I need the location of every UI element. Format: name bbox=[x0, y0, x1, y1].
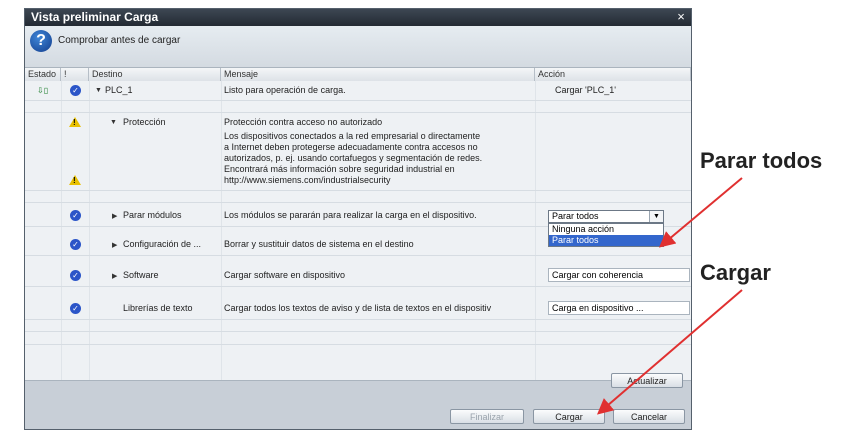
accion-software-select[interactable]: Cargar con coherencia bbox=[548, 268, 690, 282]
dialog-title: Vista preliminar Carga bbox=[25, 9, 691, 26]
column-accion[interactable]: Acción bbox=[535, 68, 691, 81]
cancel-button[interactable]: Cancelar bbox=[613, 409, 685, 424]
dialog-header: ? Comprobar antes de cargar bbox=[25, 26, 691, 70]
check-icon: ✓ bbox=[70, 270, 81, 281]
check-icon: ✓ bbox=[70, 210, 81, 221]
stop-action-select[interactable]: Parar todos ▼ bbox=[548, 210, 664, 223]
warning-icon: ! bbox=[69, 175, 81, 185]
destino-config: Configuración de ... bbox=[123, 239, 202, 249]
question-icon: ? bbox=[30, 30, 52, 52]
chevron-right-icon[interactable]: ▶ bbox=[112, 241, 117, 249]
column-estado[interactable]: Estado bbox=[25, 68, 61, 81]
mensaje-librerias: Cargar todos los textos de aviso y de li… bbox=[224, 303, 492, 313]
annotation-load: Cargar bbox=[700, 260, 771, 285]
option-parar-todos[interactable]: Parar todos bbox=[549, 235, 663, 246]
stop-action-value: Parar todos bbox=[552, 211, 599, 221]
chevron-right-icon[interactable]: ▶ bbox=[112, 272, 117, 280]
chevron-down-icon[interactable]: ▼ bbox=[110, 119, 117, 126]
load-preview-dialog: Vista preliminar Carga × ? Comprobar ant… bbox=[24, 8, 692, 430]
stop-action-dropdown[interactable]: Ninguna acción Parar todos bbox=[548, 223, 664, 247]
destino-plc1: PLC_1 bbox=[105, 85, 133, 95]
security-msg-line: http://www.siemens.com/industrialsecurit… bbox=[224, 175, 391, 185]
destino-parar: Parar módulos bbox=[123, 210, 182, 220]
column-destino[interactable]: Destino bbox=[89, 68, 221, 81]
warning-icon: ! bbox=[69, 117, 81, 127]
check-icon: ✓ bbox=[70, 303, 81, 314]
chevron-down-icon[interactable]: ▼ bbox=[95, 87, 102, 94]
security-msg-line: Los dispositivos conectados a la red emp… bbox=[224, 131, 481, 141]
load-button[interactable]: Cargar bbox=[533, 409, 605, 424]
refresh-button[interactable]: Actualizar bbox=[611, 373, 683, 388]
destino-software: Software bbox=[123, 270, 159, 280]
annotation-stop-all: Parar todos bbox=[700, 148, 823, 173]
destino-proteccion: Protección bbox=[123, 117, 166, 127]
mensaje-plc1: Listo para operación de carga. bbox=[224, 85, 346, 95]
chevron-right-icon[interactable]: ▶ bbox=[112, 212, 117, 220]
chevron-down-icon[interactable]: ▼ bbox=[649, 211, 663, 222]
mensaje-proteccion: Protección contra acceso no autorizado bbox=[224, 117, 383, 127]
check-warning-icon: ✓ bbox=[70, 85, 81, 96]
security-msg-line: Encontrará más información sobre segurid… bbox=[224, 164, 455, 174]
column-alert[interactable]: ! bbox=[61, 68, 89, 81]
security-msg-line: autorizados, p. ej. usando cortafuegos y… bbox=[224, 153, 483, 163]
device-status-icon: ⇩▯ bbox=[37, 86, 49, 95]
mensaje-software: Cargar software en dispositivo bbox=[224, 270, 346, 280]
accion-librerias-select[interactable]: Carga en dispositivo ... bbox=[548, 301, 690, 315]
accion-plc1: Cargar 'PLC_1' bbox=[555, 85, 616, 95]
check-icon: ✓ bbox=[70, 239, 81, 250]
option-ninguna[interactable]: Ninguna acción bbox=[549, 224, 663, 235]
mensaje-config: Borrar y sustituir datos de sistema en e… bbox=[224, 239, 414, 249]
column-mensaje[interactable]: Mensaje bbox=[221, 68, 535, 81]
finish-button[interactable]: Finalizar bbox=[450, 409, 524, 424]
header-text: Comprobar antes de cargar bbox=[58, 35, 181, 46]
destino-librerias: Librerías de texto bbox=[123, 303, 193, 313]
close-icon[interactable]: × bbox=[673, 10, 689, 24]
mensaje-parar: Los módulos se pararán para realizar la … bbox=[224, 210, 477, 220]
security-msg-line: a Internet deben protegerse adecuadament… bbox=[224, 142, 478, 152]
